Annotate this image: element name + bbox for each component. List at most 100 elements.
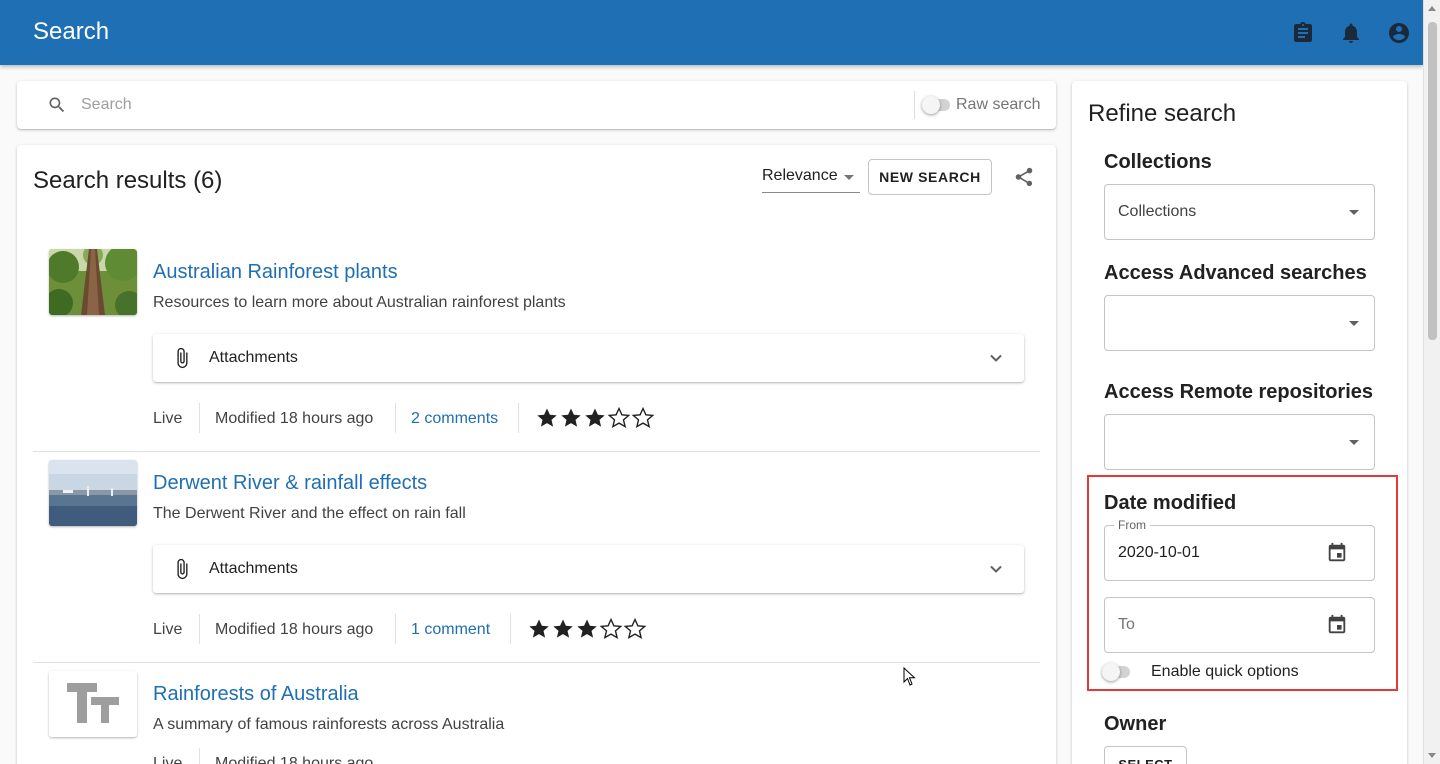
date-from-label: From (1114, 518, 1150, 532)
date-modified-heading: Date modified (1104, 492, 1237, 514)
star-filled-icon (537, 408, 557, 427)
caret-down-icon (844, 175, 854, 180)
comments-link[interactable]: 1 comment (411, 621, 490, 639)
search-input[interactable] (81, 95, 901, 115)
result-divider (33, 451, 1040, 452)
collections-select-value: Collections (1118, 203, 1197, 220)
caret-down-icon (1349, 210, 1359, 215)
star-outline-icon (623, 617, 647, 640)
star-outline-icon (599, 617, 623, 640)
advanced-searches-select[interactable] (1104, 295, 1375, 351)
raw-search-label: Raw search (956, 96, 1041, 113)
chevron-down-icon[interactable] (988, 350, 1004, 366)
star-rating[interactable] (527, 617, 647, 641)
raw-search-toggle-knob[interactable] (922, 96, 940, 114)
new-search-button[interactable]: NEW SEARCH (868, 159, 992, 195)
refine-search-title: Refine search (1088, 100, 1237, 127)
star-filled-icon (529, 619, 549, 638)
meta-divider (199, 748, 200, 764)
result-description: Resources to learn more about Australian… (153, 294, 566, 311)
advanced-searches-heading: Access Advanced searches (1104, 262, 1367, 284)
clipboard-icon[interactable] (1291, 21, 1315, 45)
result-description: The Derwent River and the effect on rain… (153, 505, 466, 522)
owner-heading: Owner (1104, 713, 1167, 735)
result-meta: Live Modified 18 hours ago (153, 748, 673, 764)
search-icon (47, 95, 67, 115)
caret-down-icon (1349, 440, 1359, 445)
date-to-placeholder: To (1118, 616, 1135, 633)
meta-divider (395, 614, 396, 644)
search-results-heading: Search results (6) (33, 167, 223, 194)
status-label: Live (153, 755, 183, 764)
modified-label: Modified 18 hours ago (215, 621, 374, 638)
comments-link[interactable]: 2 comments (411, 410, 498, 428)
star-outline-icon (631, 406, 655, 429)
date-to-field[interactable]: To (1104, 597, 1375, 653)
result-thumbnail[interactable] (49, 249, 137, 315)
result-divider (33, 662, 1040, 663)
quick-options-toggle-knob[interactable] (1102, 663, 1120, 681)
search-results-panel: Search results (6) Relevance NEW SEARCH … (17, 145, 1056, 764)
meta-divider (199, 403, 200, 433)
sort-select-value: Relevance (762, 167, 838, 184)
star-rating[interactable] (535, 406, 655, 430)
chevron-down-icon[interactable] (988, 561, 1004, 577)
paperclip-icon (171, 557, 193, 581)
paperclip-icon (171, 346, 193, 370)
search-divider (914, 91, 915, 119)
result-title-link[interactable]: Derwent River & rainfall effects (153, 472, 427, 495)
attachments-label: Attachments (209, 349, 298, 366)
modified-label: Modified 18 hours ago (215, 755, 374, 764)
share-icon[interactable] (1013, 166, 1035, 188)
list-item: Rainforests of Australia A summary of fa… (33, 671, 1040, 764)
attachments-accordion[interactable]: Attachments (153, 545, 1024, 593)
sort-select[interactable]: Relevance (762, 160, 860, 193)
status-label: Live (153, 621, 183, 638)
raw-search-toggle[interactable] (922, 96, 950, 114)
owner-select-button[interactable]: SELECT (1104, 746, 1187, 764)
scroll-down-arrow[interactable] (1428, 753, 1436, 758)
scrollbar-thumb[interactable] (1428, 22, 1437, 340)
meta-divider (199, 614, 200, 644)
refine-search-panel: Refine search Collections Collections Ac… (1072, 81, 1407, 764)
date-from-field[interactable]: From 2020-10-01 (1104, 518, 1375, 581)
result-title-link[interactable]: Rainforests of Australia (153, 683, 359, 706)
result-meta: Live Modified 18 hours ago 2 comments (153, 403, 673, 433)
account-circle-icon[interactable] (1387, 21, 1411, 45)
app-bar: Search (0, 0, 1423, 65)
bell-icon[interactable] (1339, 21, 1363, 45)
attachments-label: Attachments (209, 560, 298, 577)
quick-options-toggle[interactable] (1102, 663, 1130, 681)
calendar-icon[interactable] (1326, 614, 1348, 636)
result-meta: Live Modified 18 hours ago 1 comment (153, 614, 673, 644)
page-title: Search (33, 18, 110, 45)
calendar-icon[interactable] (1326, 542, 1348, 564)
modified-label: Modified 18 hours ago (215, 410, 374, 427)
meta-divider (518, 403, 519, 433)
collections-select[interactable]: Collections (1104, 184, 1375, 240)
list-item: Derwent River & rainfall effects The Der… (33, 460, 1040, 663)
result-description: A summary of famous rainforests across A… (153, 716, 505, 733)
star-outline-icon (607, 406, 631, 429)
meta-divider (510, 614, 511, 644)
remote-repositories-heading: Access Remote repositories (1104, 381, 1374, 403)
date-from-value: 2020-10-01 (1118, 544, 1200, 561)
search-bar: Raw search (17, 81, 1056, 129)
star-filled-icon (585, 408, 605, 427)
result-thumbnail[interactable] (49, 460, 137, 526)
scroll-up-arrow[interactable] (1428, 6, 1436, 11)
attachments-accordion[interactable]: Attachments (153, 334, 1024, 382)
mouse-cursor-icon (903, 666, 917, 687)
page-scrollbar[interactable] (1423, 0, 1440, 764)
meta-divider (395, 403, 396, 433)
star-filled-icon (577, 619, 597, 638)
star-filled-icon (561, 408, 581, 427)
remote-repositories-select[interactable] (1104, 414, 1375, 470)
text-document-icon[interactable] (49, 671, 137, 737)
list-item: Australian Rainforest plants Resources t… (33, 249, 1040, 452)
star-filled-icon (553, 619, 573, 638)
quick-options-label: Enable quick options (1151, 663, 1299, 680)
status-label: Live (153, 410, 183, 427)
result-title-link[interactable]: Australian Rainforest plants (153, 261, 398, 284)
collections-heading: Collections (1104, 151, 1212, 173)
